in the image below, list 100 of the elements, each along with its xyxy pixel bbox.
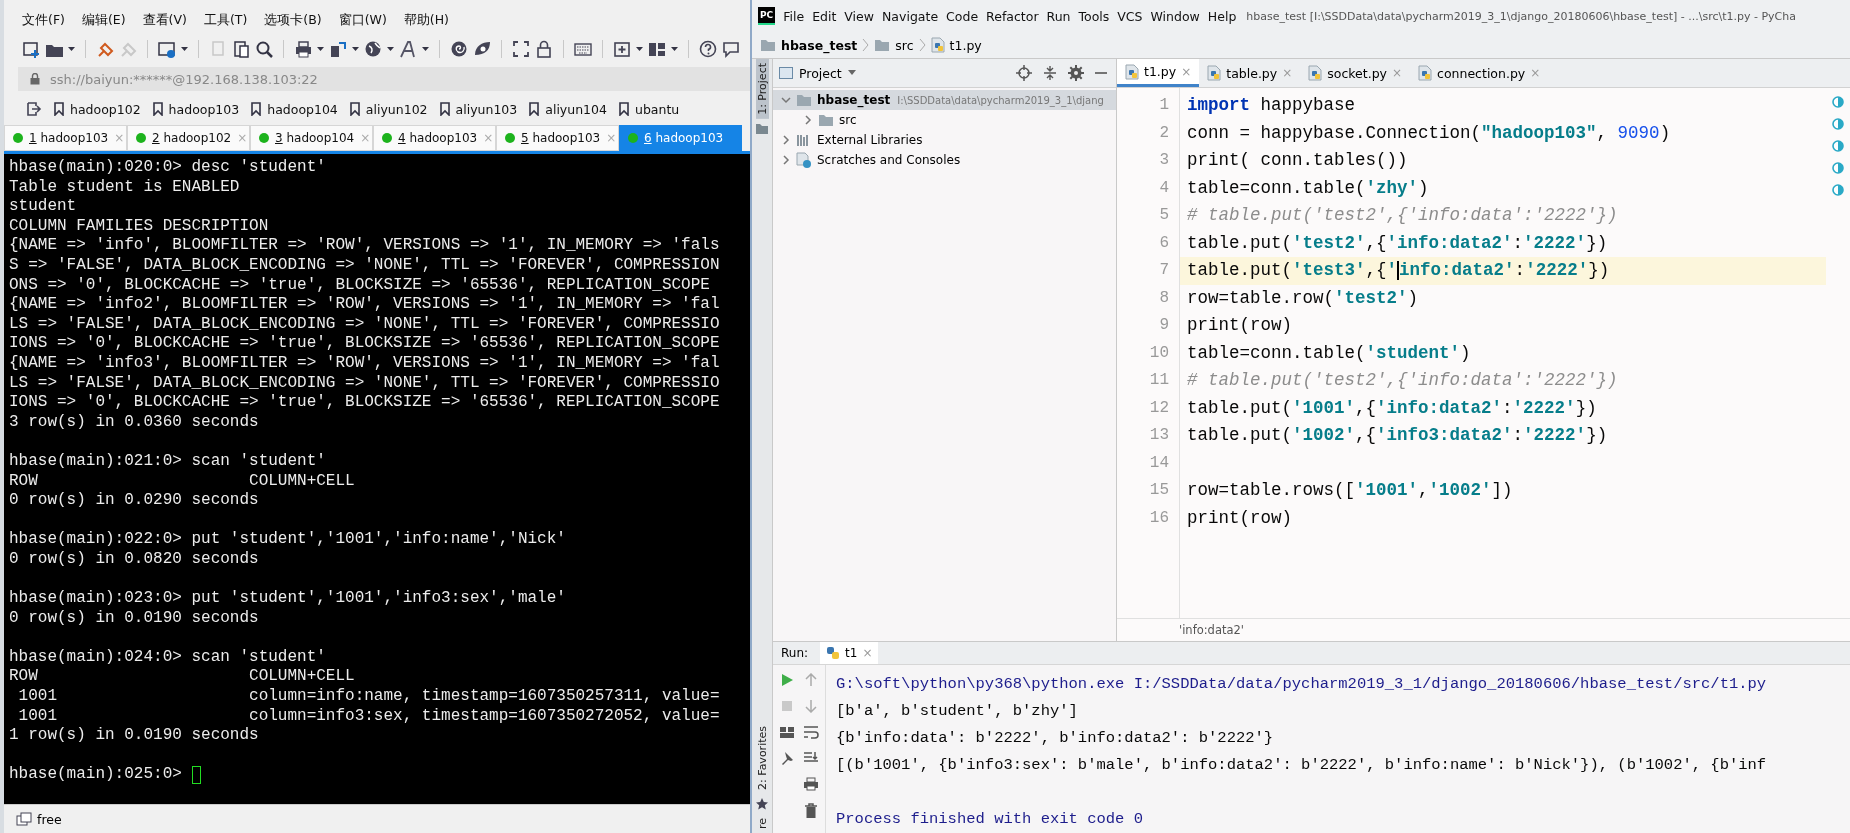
menu-item[interactable]: View bbox=[844, 8, 874, 24]
breadcrumb-item[interactable]: hbase_test bbox=[781, 37, 858, 53]
bookmark-link[interactable]: aliyun104 bbox=[529, 101, 607, 117]
session-tab[interactable]: 4 hadoop103 × bbox=[373, 125, 496, 151]
printer-icon[interactable] bbox=[803, 777, 819, 791]
editor-tab[interactable]: connection.py × bbox=[1410, 59, 1549, 87]
editor-tab[interactable]: socket.py × bbox=[1300, 59, 1411, 87]
swirl-icon bbox=[450, 40, 468, 58]
menu-item[interactable]: Navigate bbox=[882, 8, 939, 24]
leaf-icon bbox=[473, 40, 491, 58]
chevron-right-icon[interactable] bbox=[781, 155, 791, 165]
session-tab[interactable]: 2 hadoop102 × bbox=[127, 125, 250, 151]
menu-item[interactable]: 帮助(H) bbox=[403, 12, 449, 29]
add-tab-icon[interactable] bbox=[613, 40, 631, 58]
tree-item[interactable]: Scratches and Consoles bbox=[817, 153, 961, 167]
code-line: table=conn.table('zhy') bbox=[1187, 177, 1429, 198]
arrow-into-box-icon[interactable] bbox=[26, 101, 42, 117]
bookmark-link[interactable]: aliyun103 bbox=[439, 101, 518, 117]
code-line: table.put('1002',{'info3:data2':'2222'}) bbox=[1187, 425, 1608, 445]
line-number: 12 bbox=[1148, 397, 1169, 419]
editor-tab[interactable]: table.py × bbox=[1199, 59, 1301, 87]
panel-title-dropdown[interactable]: Project bbox=[779, 65, 856, 81]
menu-item[interactable]: 编辑(E) bbox=[81, 12, 126, 29]
menu-item[interactable]: Tools bbox=[1078, 8, 1110, 24]
session-tab[interactable]: 3 hadoop104 × bbox=[250, 125, 373, 151]
tree-item[interactable]: hbase_test bbox=[817, 93, 891, 107]
code-line: print( conn.tables()) bbox=[1187, 150, 1408, 170]
console-line: [(b'1001', {b'info3:sex': b'male', b'info:data2': b'2222', b'info:name': b'Nick'}), (b'1002', {b'inf bbox=[836, 755, 1768, 776]
help-icon bbox=[699, 40, 717, 58]
tree-item[interactable]: src bbox=[839, 113, 857, 127]
line-number: 16 bbox=[1148, 507, 1169, 529]
terminal-line: hbase(main):022:0> put 'student','1001','info:name','Nick' bbox=[9, 530, 566, 550]
session-tab[interactable]: 5 hadoop103 × bbox=[496, 125, 619, 151]
terminal-line: IONS => '0', BLOCKCACHE => 'true', BLOCKSIZE => '65536', REPLICATION_SCOPE bbox=[9, 393, 720, 413]
font-icon[interactable] bbox=[399, 40, 417, 58]
terminal-line: hbase(main):021:0> scan 'student' bbox=[9, 451, 326, 472]
chevron-right-icon[interactable] bbox=[803, 115, 813, 125]
trash-icon[interactable] bbox=[804, 803, 818, 819]
bookmark-link[interactable]: ubantu bbox=[619, 101, 680, 117]
menu-item[interactable]: 查看(V) bbox=[142, 12, 187, 29]
menu-item[interactable]: Run bbox=[1046, 8, 1071, 24]
terminal-line: student bbox=[9, 197, 77, 217]
menu-item[interactable]: Help bbox=[1207, 8, 1237, 24]
session-tab[interactable]: 6 hadoop103 bbox=[619, 125, 742, 151]
bookmark-icon bbox=[619, 102, 629, 116]
menu-item[interactable]: 工具(T) bbox=[203, 12, 248, 29]
side-tab[interactable]: 2: Favorites bbox=[755, 722, 769, 794]
sort-icon[interactable] bbox=[803, 751, 819, 765]
python-file-icon bbox=[930, 37, 945, 53]
keyboard-icon bbox=[574, 40, 592, 58]
collapse-icon[interactable] bbox=[1042, 65, 1058, 81]
chevron-down-icon[interactable] bbox=[781, 95, 791, 105]
menu-item[interactable]: 文件(F) bbox=[22, 12, 65, 29]
side-tab[interactable]: 1: Project bbox=[755, 59, 769, 119]
new-window-icon[interactable] bbox=[22, 40, 40, 58]
layout-icon[interactable] bbox=[648, 40, 666, 58]
wrap-icon[interactable] bbox=[803, 725, 819, 739]
session-tab[interactable]: 1 hadoop103 × bbox=[4, 125, 127, 151]
line-number: 2 bbox=[1158, 122, 1169, 144]
breadcrumb-hint: 'info:data2' bbox=[1179, 623, 1244, 637]
transfer-icon[interactable] bbox=[329, 40, 347, 58]
circle-marker-icon bbox=[1832, 118, 1844, 130]
pin-icon[interactable] bbox=[780, 751, 794, 765]
lock-icon bbox=[535, 40, 553, 58]
console-line: {b'info:data': b'2222', b'info:data2': b'2222'} bbox=[836, 728, 1275, 749]
printer-icon[interactable] bbox=[294, 40, 312, 58]
layout-icon[interactable] bbox=[779, 725, 795, 739]
menu-item[interactable]: 窗口(W) bbox=[338, 12, 387, 29]
path-text: I:\SSDData\data\pycharm2019_3_1\djang bbox=[897, 94, 1104, 106]
lock-icon bbox=[30, 73, 40, 85]
connect-plug-icon bbox=[96, 40, 114, 58]
menu-item[interactable]: 选项卡(B) bbox=[264, 12, 322, 29]
terminal-line: {NAME => 'info2', BLOOMFILTER => 'ROW', VERSIONS => '1', IN_MEMORY => 'fal bbox=[9, 295, 720, 315]
terminal-line: ONS => '0', BLOCKCACHE => 'true', BLOCKSIZE => '65536', REPLICATION_SCOPE bbox=[9, 275, 710, 296]
line-number: 4 bbox=[1158, 177, 1169, 199]
editor-tab[interactable]: t1.py × bbox=[1117, 59, 1200, 87]
tree-item[interactable]: External Libraries bbox=[817, 133, 923, 147]
side-tab[interactable]: re bbox=[755, 813, 769, 833]
breadcrumb-item[interactable]: t1.py bbox=[949, 37, 982, 53]
run-tab[interactable]: t1 × bbox=[820, 642, 879, 664]
python-file-icon bbox=[1418, 65, 1433, 81]
terminal-line: LS => 'FALSE', DATA_BLOCK_ENCODING => 'NONE', TTL => 'FOREVER', COMPRESSIO bbox=[9, 314, 720, 335]
menu-item[interactable]: Edit bbox=[812, 8, 837, 24]
bookmark-link[interactable]: hadoop103 bbox=[152, 101, 240, 117]
bookmark-link[interactable]: aliyun102 bbox=[349, 101, 428, 117]
terminal-line: hbase(main):020:0> desc 'student' bbox=[9, 158, 326, 178]
menu-item[interactable]: Refactor bbox=[986, 8, 1039, 24]
breadcrumb-item[interactable]: src bbox=[895, 37, 914, 53]
menu-item[interactable]: File bbox=[783, 8, 805, 24]
play-icon[interactable] bbox=[780, 673, 794, 687]
terminal-line: 1001 column=info:name, timestamp=1607350257311, value= bbox=[17, 687, 720, 707]
code-line: # table.put('test2',{'info:data':'2222'}) bbox=[1187, 370, 1618, 390]
crosshair-icon[interactable] bbox=[1016, 65, 1032, 81]
bookmark-link[interactable]: hadoop104 bbox=[251, 101, 338, 117]
chevron-right-icon[interactable] bbox=[781, 135, 791, 145]
menu-item[interactable]: VCS bbox=[1117, 8, 1143, 24]
globe-icon[interactable] bbox=[364, 40, 382, 58]
bookmark-link[interactable]: hadoop102 bbox=[54, 101, 141, 117]
menu-item[interactable]: Window bbox=[1150, 8, 1200, 24]
menu-item[interactable]: Code bbox=[946, 8, 979, 24]
